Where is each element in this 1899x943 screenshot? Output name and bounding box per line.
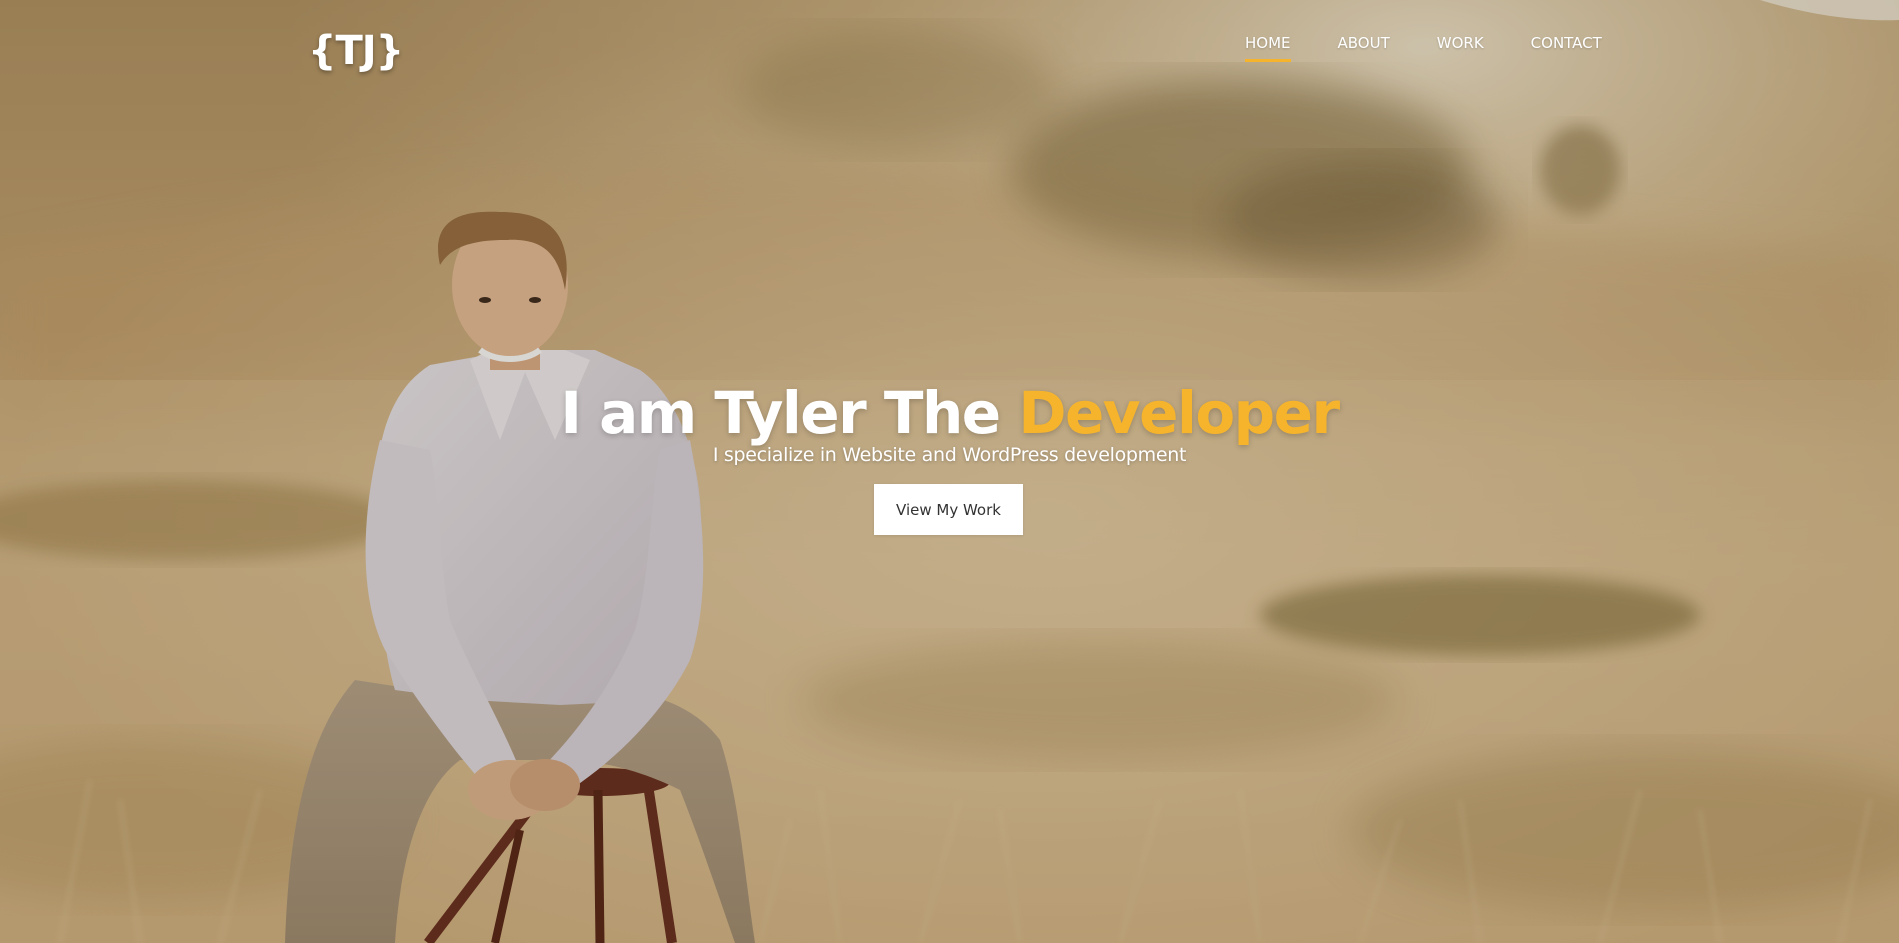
view-my-work-button[interactable]: View My Work: [874, 484, 1023, 535]
main-nav: HOME ABOUT WORK CONTACT: [1245, 34, 1602, 62]
nav-item-about[interactable]: ABOUT: [1338, 34, 1390, 62]
hero-overlay: [0, 0, 1899, 943]
site-logo[interactable]: {TJ}: [308, 28, 404, 74]
nav-item-work[interactable]: WORK: [1437, 34, 1484, 62]
headline-prefix: I am Tyler The: [560, 378, 1019, 447]
hero-section: {TJ} HOME ABOUT WORK CONTACT I am Tyler …: [0, 0, 1899, 943]
nav-item-contact[interactable]: CONTACT: [1531, 34, 1602, 62]
headline-accent: Developer: [1018, 378, 1340, 447]
nav-item-home[interactable]: HOME: [1245, 34, 1291, 62]
site-header: {TJ} HOME ABOUT WORK CONTACT: [0, 0, 1899, 100]
hero-headline: I am Tyler The Developer: [0, 384, 1899, 442]
hero-subheadline: I specialize in Website and WordPress de…: [712, 444, 1187, 466]
